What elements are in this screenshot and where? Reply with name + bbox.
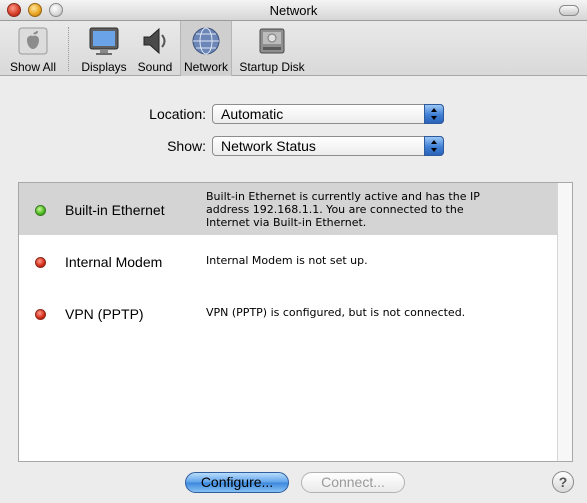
list-item[interactable]: Internal Modem Internal Modem is not set…: [19, 235, 557, 287]
location-label: Location:: [149, 106, 206, 122]
toolbar-startup-disk[interactable]: Startup Disk: [236, 21, 308, 76]
show-popup[interactable]: Network Status: [212, 136, 444, 156]
window-title: Network: [269, 3, 318, 18]
port-description: Internal Modem is not set up.: [206, 254, 368, 267]
port-name: Internal Modem: [65, 254, 163, 270]
apple-show-all-icon: [18, 27, 48, 55]
port-name: Built-in Ethernet: [65, 202, 165, 218]
list-item[interactable]: VPN (PPTP) VPN (PPTP) is configured, but…: [19, 287, 557, 339]
port-name: VPN (PPTP): [65, 306, 144, 322]
location-popup[interactable]: Automatic: [212, 104, 444, 124]
connect-button: Connect...: [301, 472, 405, 493]
speaker-icon: [143, 27, 166, 55]
configure-button[interactable]: Configure...: [185, 472, 289, 493]
location-value: Automatic: [221, 106, 284, 122]
toolbar-item-label: Sound: [137, 60, 173, 74]
display-monitor-icon: [89, 27, 119, 55]
toolbar-separator: [68, 27, 69, 71]
popup-arrows-icon: [424, 104, 444, 124]
hard-disk-icon: [259, 28, 285, 54]
toolbar-displays[interactable]: Displays: [78, 21, 130, 76]
toolbar-item-label: Show All: [9, 60, 57, 74]
list-item[interactable]: Built-in Ethernet Built-in Ethernet is c…: [19, 183, 557, 235]
status-green-icon: [35, 205, 46, 216]
popup-arrows-icon: [424, 136, 444, 156]
toolbar-item-label: Displays: [81, 60, 127, 74]
toolbar-toggle-button[interactable]: [559, 5, 579, 16]
status-red-icon: [35, 309, 46, 320]
network-status-list: Built-in Ethernet Built-in Ethernet is c…: [18, 182, 573, 462]
toolbar-network[interactable]: Network: [180, 21, 232, 76]
help-button[interactable]: ?: [552, 471, 574, 493]
network-globe-icon: [192, 27, 220, 55]
toolbar-item-label: Startup Disk: [239, 60, 305, 74]
list-scrollbar[interactable]: [557, 183, 572, 461]
toolbar: Show All Displays Sound Network Startup …: [0, 21, 587, 76]
show-label: Show:: [167, 138, 206, 154]
toolbar-show-all[interactable]: Show All: [4, 21, 62, 76]
toolbar-sound[interactable]: Sound: [134, 21, 176, 76]
status-red-icon: [35, 257, 46, 268]
toolbar-item-label: Network: [183, 60, 228, 74]
show-value: Network Status: [221, 138, 316, 154]
port-description: Built-in Ethernet is currently active an…: [206, 190, 480, 229]
port-description: VPN (PPTP) is configured, but is not con…: [206, 306, 466, 319]
title-bar: Network: [0, 0, 587, 21]
